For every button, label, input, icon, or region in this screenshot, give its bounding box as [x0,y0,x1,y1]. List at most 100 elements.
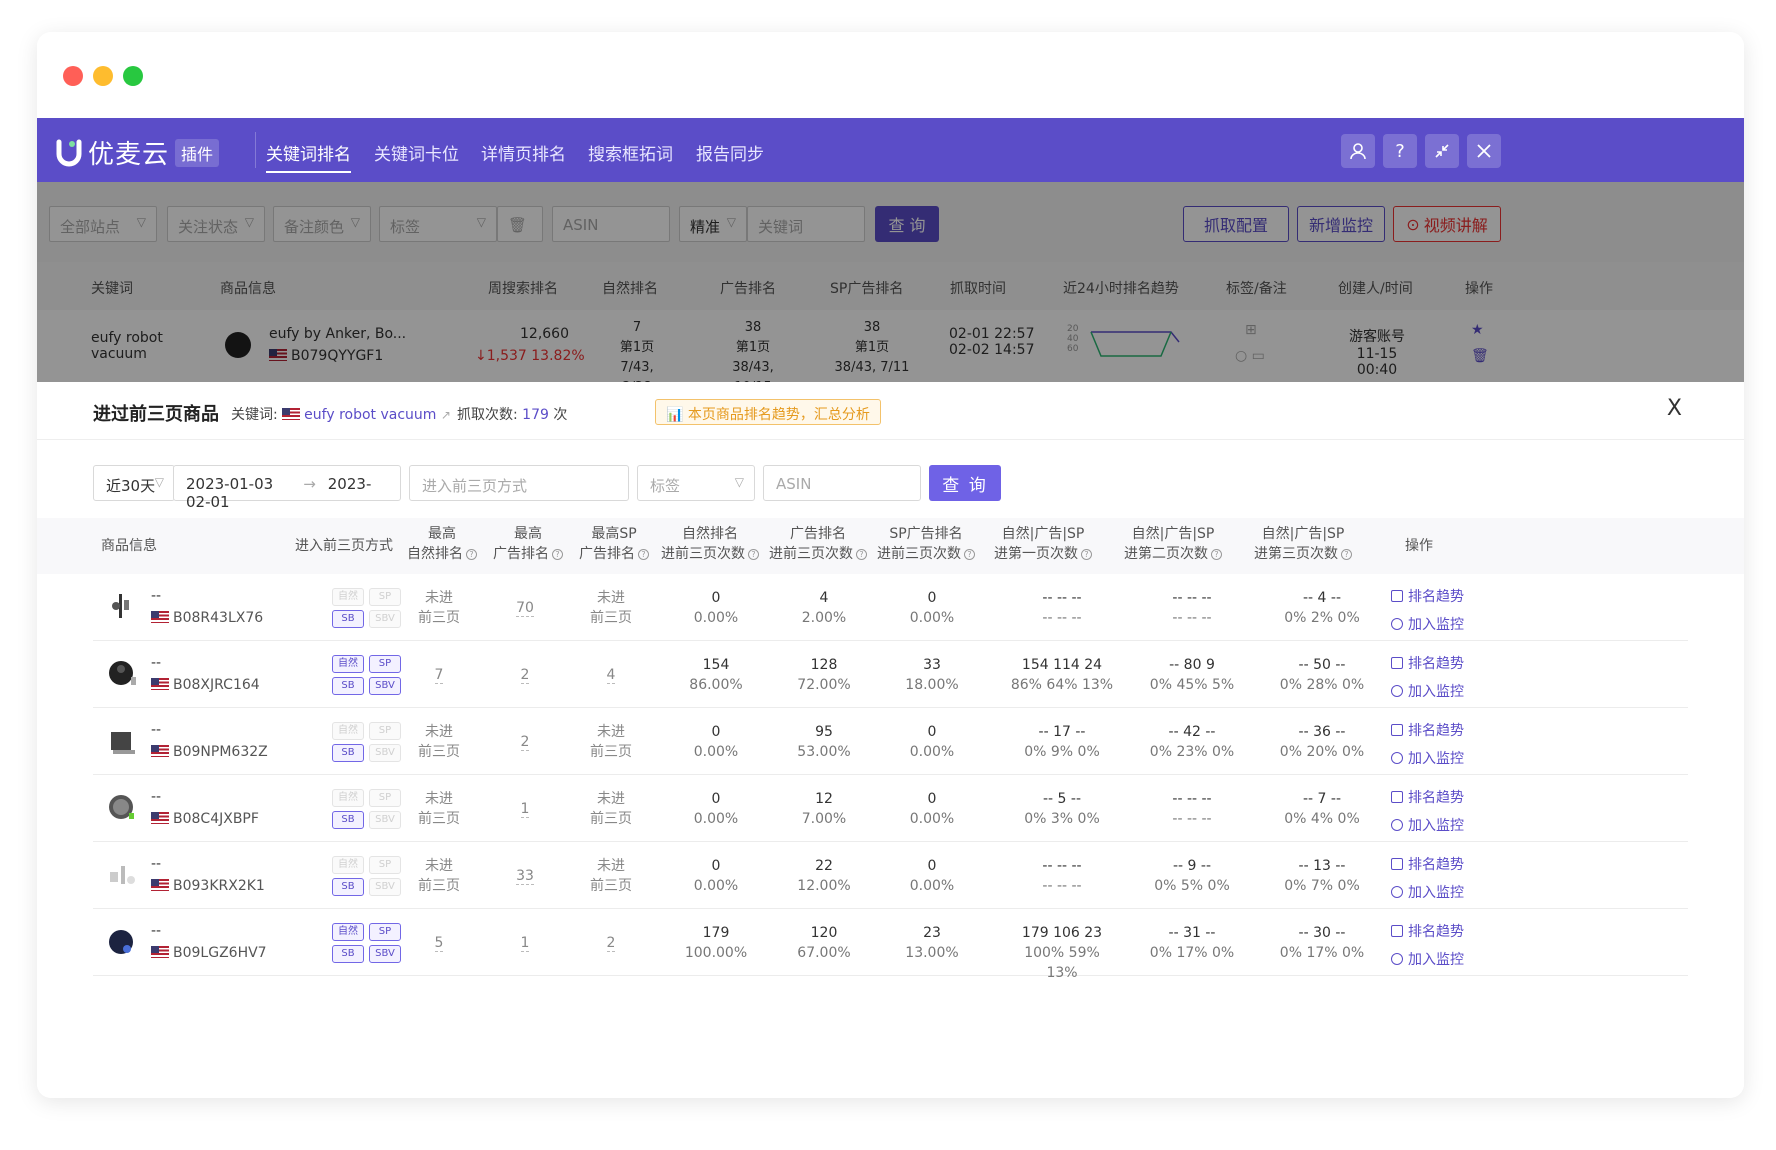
not-entered-line2: 前三页 [590,878,632,894]
date-range-input[interactable]: 2023-01-03 → 2023-02-01 [173,465,401,511]
add-monitor-link[interactable]: 加入监控 [1391,815,1464,835]
product-asin[interactable]: B093KRX2K1 [151,878,265,894]
page1-cell-count: -- 17 -- [1038,724,1086,740]
tag-sp: SP [369,923,401,941]
best-rank-cell[interactable]: 2 [491,665,559,685]
product-thumbnail[interactable] [107,860,137,890]
add-monitor-label: 加入监控 [1408,617,1464,633]
product-thumbnail[interactable] [107,659,137,689]
query-button[interactable]: 查 询 [929,465,1001,501]
natural-count-cell-count: 179 [702,925,730,941]
natural-count-cell: 0 0.00% [676,856,756,896]
add-circle-icon [1391,685,1403,697]
help-icon[interactable]: ? [552,549,563,560]
best-rank-value: 2 [520,734,530,751]
product-asin[interactable]: B08XJRC164 [151,677,260,693]
trend-chart-icon [1391,590,1403,602]
help-icon[interactable]: ? [466,549,477,560]
natural-count-cell: 0 0.00% [676,789,756,829]
product-asin[interactable]: B08R43LX76 [151,610,263,626]
collapse-icon[interactable] [1425,134,1459,168]
tag-select[interactable]: 标签 ▽ [637,465,755,501]
not-entered-line2: 前三页 [418,811,460,827]
asin-text: B09NPM632Z [173,744,268,760]
best-rank-cell[interactable]: 1 [491,933,559,953]
best-rank-cell: 未进 前三页 [577,789,645,829]
tag-natural: 自然 [332,856,364,874]
rank-trend-link[interactable]: 排名趋势 [1391,720,1464,740]
us-flag-icon [151,678,169,690]
trend-chart-icon [1391,925,1403,937]
rank-trend-link[interactable]: 排名趋势 [1391,653,1464,673]
close-window-dot[interactable] [63,66,83,86]
mode-input[interactable]: 进入前三页方式 [409,465,629,501]
not-entered-line1: 未进 [597,858,625,874]
maximize-window-dot[interactable] [123,66,143,86]
panel-count: 抓取次数: 179 次 [457,404,567,424]
rank-trend-link[interactable]: 排名趋势 [1391,921,1464,941]
keyword-link[interactable]: eufy robot vacuum [304,407,436,423]
add-monitor-link[interactable]: 加入监控 [1391,748,1464,768]
help-icon[interactable]: ? [964,549,975,560]
product-name: -- [151,588,162,604]
product-thumbnail[interactable] [107,793,137,823]
help-icon[interactable]: ? [856,549,867,560]
header-text: 广告排名 [579,546,635,562]
count-value: 179 [522,407,549,423]
panel-close-icon[interactable]: X [1667,396,1682,421]
help-icon[interactable]: ? [1341,549,1352,560]
product-asin[interactable]: B09LGZ6HV7 [151,945,267,961]
help-icon[interactable]: ? [638,549,649,560]
add-monitor-link[interactable]: 加入监控 [1391,614,1464,634]
product-thumbnail[interactable] [107,592,137,622]
product-thumbnail[interactable] [107,726,137,756]
help-icon[interactable]: ? [1211,549,1222,560]
range-select[interactable]: 近30天 ▽ [93,465,175,501]
help-icon[interactable]: ? [1383,134,1417,168]
asin-input[interactable]: ASIN [763,465,921,501]
best-rank-cell[interactable]: 33 [491,866,559,886]
page2-cell-pct: 0% 23% 0% [1149,744,1235,760]
rank-trend-link[interactable]: 排名趋势 [1391,586,1464,606]
nav-keyword-position[interactable]: 关键词卡位 [374,140,459,165]
add-monitor-label: 加入监控 [1408,818,1464,834]
page3-cell-count: -- 30 -- [1298,925,1346,941]
user-icon[interactable] [1341,134,1375,168]
best-rank-cell[interactable]: 5 [405,933,473,953]
add-circle-icon [1391,752,1403,764]
page2-cell: -- -- -- -- -- -- [1137,789,1247,829]
best-rank-cell[interactable]: 7 [405,665,473,685]
trend-summary-button[interactable]: 📊 本页商品排名趋势，汇总分析 [655,399,881,425]
page3-cell: -- 4 -- 0% 2% 0% [1267,588,1377,628]
page2-cell-count: -- -- -- [1172,590,1212,606]
sp-count-cell-pct: 0.00% [909,744,955,760]
nav-report-sync[interactable]: 报告同步 [696,140,764,165]
product-asin[interactable]: B08C4JXBPF [151,811,259,827]
sp-count-cell-count: 33 [923,657,941,673]
asin-text: B093KRX2K1 [173,878,265,894]
best-rank-cell[interactable]: 1 [491,799,559,819]
rank-trend-link[interactable]: 排名趋势 [1391,854,1464,874]
rank-trend-link[interactable]: 排名趋势 [1391,787,1464,807]
add-monitor-link[interactable]: 加入监控 [1391,681,1464,701]
close-icon[interactable] [1467,134,1501,168]
nav-search-box[interactable]: 搜索框拓词 [588,140,673,165]
product-thumbnail[interactable] [107,927,137,957]
minimize-window-dot[interactable] [93,66,113,86]
page1-cell-pct: 0% 9% 0% [1024,744,1100,760]
best-rank-cell[interactable]: 2 [491,732,559,752]
not-entered-line1: 未进 [597,590,625,606]
best-rank-cell[interactable]: 70 [491,598,559,618]
add-monitor-link[interactable]: 加入监控 [1391,949,1464,969]
best-rank-cell[interactable]: 4 [577,665,645,685]
help-icon[interactable]: ? [748,549,759,560]
add-monitor-link[interactable]: 加入监控 [1391,882,1464,902]
external-link-icon[interactable]: ↗ [441,408,451,422]
best-rank-cell[interactable]: 2 [577,933,645,953]
page3-cell: -- 36 -- 0% 20% 0% [1267,722,1377,762]
help-icon[interactable]: ? [1081,549,1092,560]
page3-cell-count: -- 13 -- [1298,858,1346,874]
product-asin[interactable]: B09NPM632Z [151,744,268,760]
nav-keyword-rank[interactable]: 关键词排名 [266,140,351,173]
nav-detail-rank[interactable]: 详情页排名 [481,140,566,165]
